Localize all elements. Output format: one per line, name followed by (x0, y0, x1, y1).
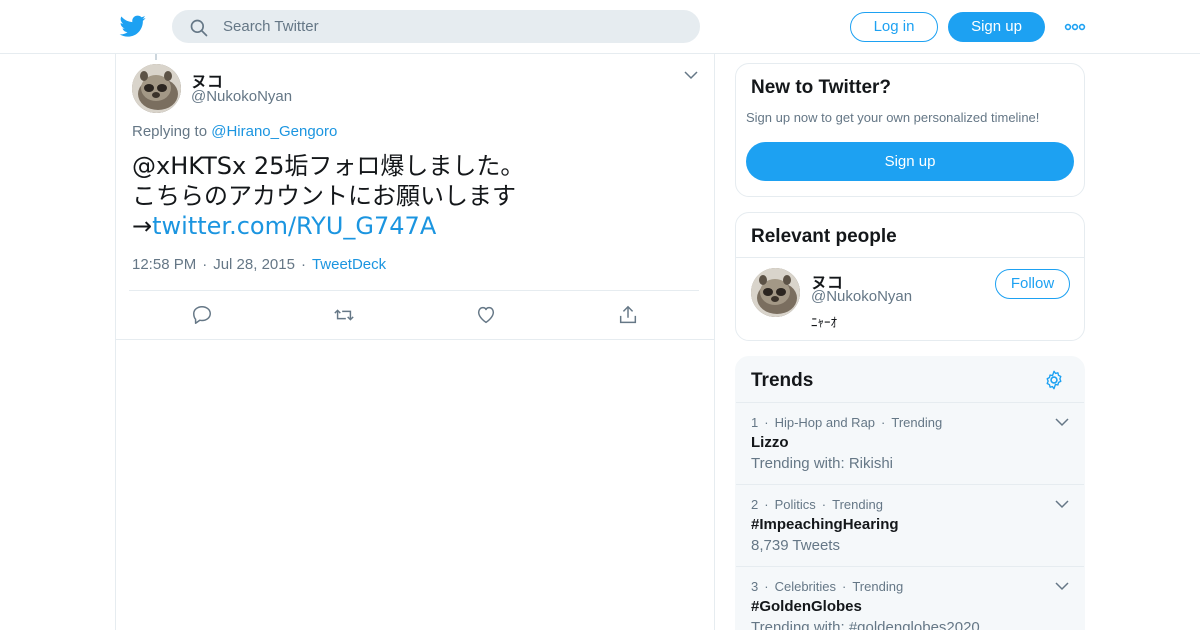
trend-status: Trending (852, 579, 904, 594)
module-subtitle: Sign up now to get your own personalized… (746, 110, 1040, 125)
trend-rank: 3 (751, 579, 759, 594)
follow-button[interactable]: Follow (995, 269, 1070, 299)
tweet-time[interactable]: 12:58 PM (132, 256, 196, 273)
raccoon-dog-avatar-icon (751, 268, 800, 317)
trend-status: Trending (832, 497, 883, 512)
chevron-down-icon[interactable] (1055, 581, 1069, 591)
relevant-people-module: Relevant people ヌコ @NukokoNyan ﾆｬｰｵ Foll… (735, 212, 1085, 341)
trend-item[interactable]: 1 · Hip-Hop and Rap · Trending Lizzo Trendin… (736, 402, 1084, 484)
module-title: Trends (751, 370, 814, 391)
trend-separator: · (881, 415, 886, 430)
trend-item[interactable]: 3 · Celebrities · Trending #GoldenGlobes Tre… (736, 566, 1084, 630)
tweet-text-line: こちらのアカウントにお願いします (132, 182, 516, 210)
trend-rank: 2 (751, 497, 759, 512)
trend-name[interactable]: #ImpeachingHearing (751, 516, 899, 533)
replying-prefix: Replying to (132, 123, 208, 140)
trend-subtext: Trending with: Rikishi (751, 455, 893, 472)
new-to-twitter-module: New to Twitter? Sign up now to get your … (735, 63, 1085, 197)
trend-separator: · (842, 579, 847, 594)
avatar[interactable] (132, 64, 181, 113)
tweet-link[interactable]: twitter.com/RYU_G747A (152, 212, 436, 240)
login-button[interactable]: Log in (850, 12, 938, 42)
arrow-glyph: → (132, 212, 153, 240)
trend-context: 1 · Hip-Hop and Rap · Trending (751, 415, 942, 430)
tweet-timeline: ヌコ @NukokoNyan Replying to @Hirano_Gengo… (115, 54, 715, 630)
trend-category: Hip-Hop and Rap (774, 415, 876, 430)
trend-category: Celebrities (774, 579, 836, 594)
trend-status: Trending (891, 415, 943, 430)
top-navigation-bar: Log in Sign up (0, 0, 1200, 54)
trends-module: Trends 1 · Hip-Hop and Rap · Trending Lizzo … (735, 356, 1085, 630)
tweet-source[interactable]: TweetDeck (312, 256, 386, 273)
search-bar[interactable] (172, 10, 700, 43)
retweet-icon[interactable] (333, 304, 355, 326)
search-input[interactable] (223, 11, 683, 42)
signup-button[interactable]: Sign up (746, 142, 1074, 181)
signup-button[interactable]: Sign up (948, 12, 1045, 42)
more-dots-icon[interactable] (1064, 19, 1086, 35)
trend-separator: · (821, 497, 827, 512)
raccoon-dog-avatar-icon (132, 64, 181, 113)
trend-separator: · (764, 579, 769, 594)
trend-subtext: Trending with: #goldenglobes2020 (751, 619, 980, 630)
trend-name[interactable]: #GoldenGlobes (751, 598, 862, 615)
person-bio: ﾆｬｰｵ (811, 315, 837, 330)
divider (129, 290, 699, 291)
trend-separator: · (764, 415, 769, 430)
tweet-text: @xHKTSx 25垢フォロ爆しました。 こちらのアカウントにお願いします →t… (132, 151, 702, 241)
tweet-text-line: @xHKTSx 25垢フォロ爆しました。 (132, 152, 525, 180)
trend-item[interactable]: 2 · Politics · Trending #ImpeachingHearing 8… (736, 484, 1084, 566)
person-handle[interactable]: @NukokoNyan (811, 288, 912, 305)
trend-context: 3 · Celebrities · Trending (751, 579, 903, 594)
meta-separator: · (300, 256, 306, 273)
chevron-down-icon[interactable] (1055, 499, 1069, 509)
share-icon[interactable] (617, 304, 639, 326)
thread-connector-line (155, 54, 157, 60)
module-title: Relevant people (751, 226, 897, 247)
trend-rank: 1 (751, 415, 759, 430)
like-icon[interactable] (475, 304, 497, 326)
meta-separator: · (202, 256, 208, 273)
tweet-date[interactable]: Jul 28, 2015 (213, 256, 295, 273)
divider (116, 339, 714, 340)
chevron-down-icon[interactable] (684, 70, 698, 80)
trend-category: Politics (774, 497, 816, 512)
search-icon (190, 19, 208, 37)
tweet-text-line: →twitter.com/RYU_G747A (132, 211, 702, 241)
avatar[interactable] (751, 268, 800, 317)
module-title: New to Twitter? (751, 77, 892, 98)
replying-to-link[interactable]: @Hirano_Gengoro (211, 123, 337, 140)
trend-name[interactable]: Lizzo (751, 434, 789, 451)
divider (736, 257, 1084, 258)
gear-icon[interactable] (1043, 369, 1065, 391)
trend-separator: · (764, 497, 769, 512)
chevron-down-icon[interactable] (1055, 417, 1069, 427)
reply-icon[interactable] (191, 304, 213, 326)
twitter-bird-icon[interactable] (119, 13, 147, 39)
tweet-handle[interactable]: @NukokoNyan (191, 88, 292, 105)
replying-to: Replying to @Hirano_Gengoro (132, 123, 337, 140)
trend-subtext: 8,739 Tweets (751, 537, 840, 554)
tweet-meta: 12:58 PM · Jul 28, 2015 · TweetDeck (132, 256, 386, 273)
trend-context: 2 · Politics · Trending (751, 497, 883, 512)
